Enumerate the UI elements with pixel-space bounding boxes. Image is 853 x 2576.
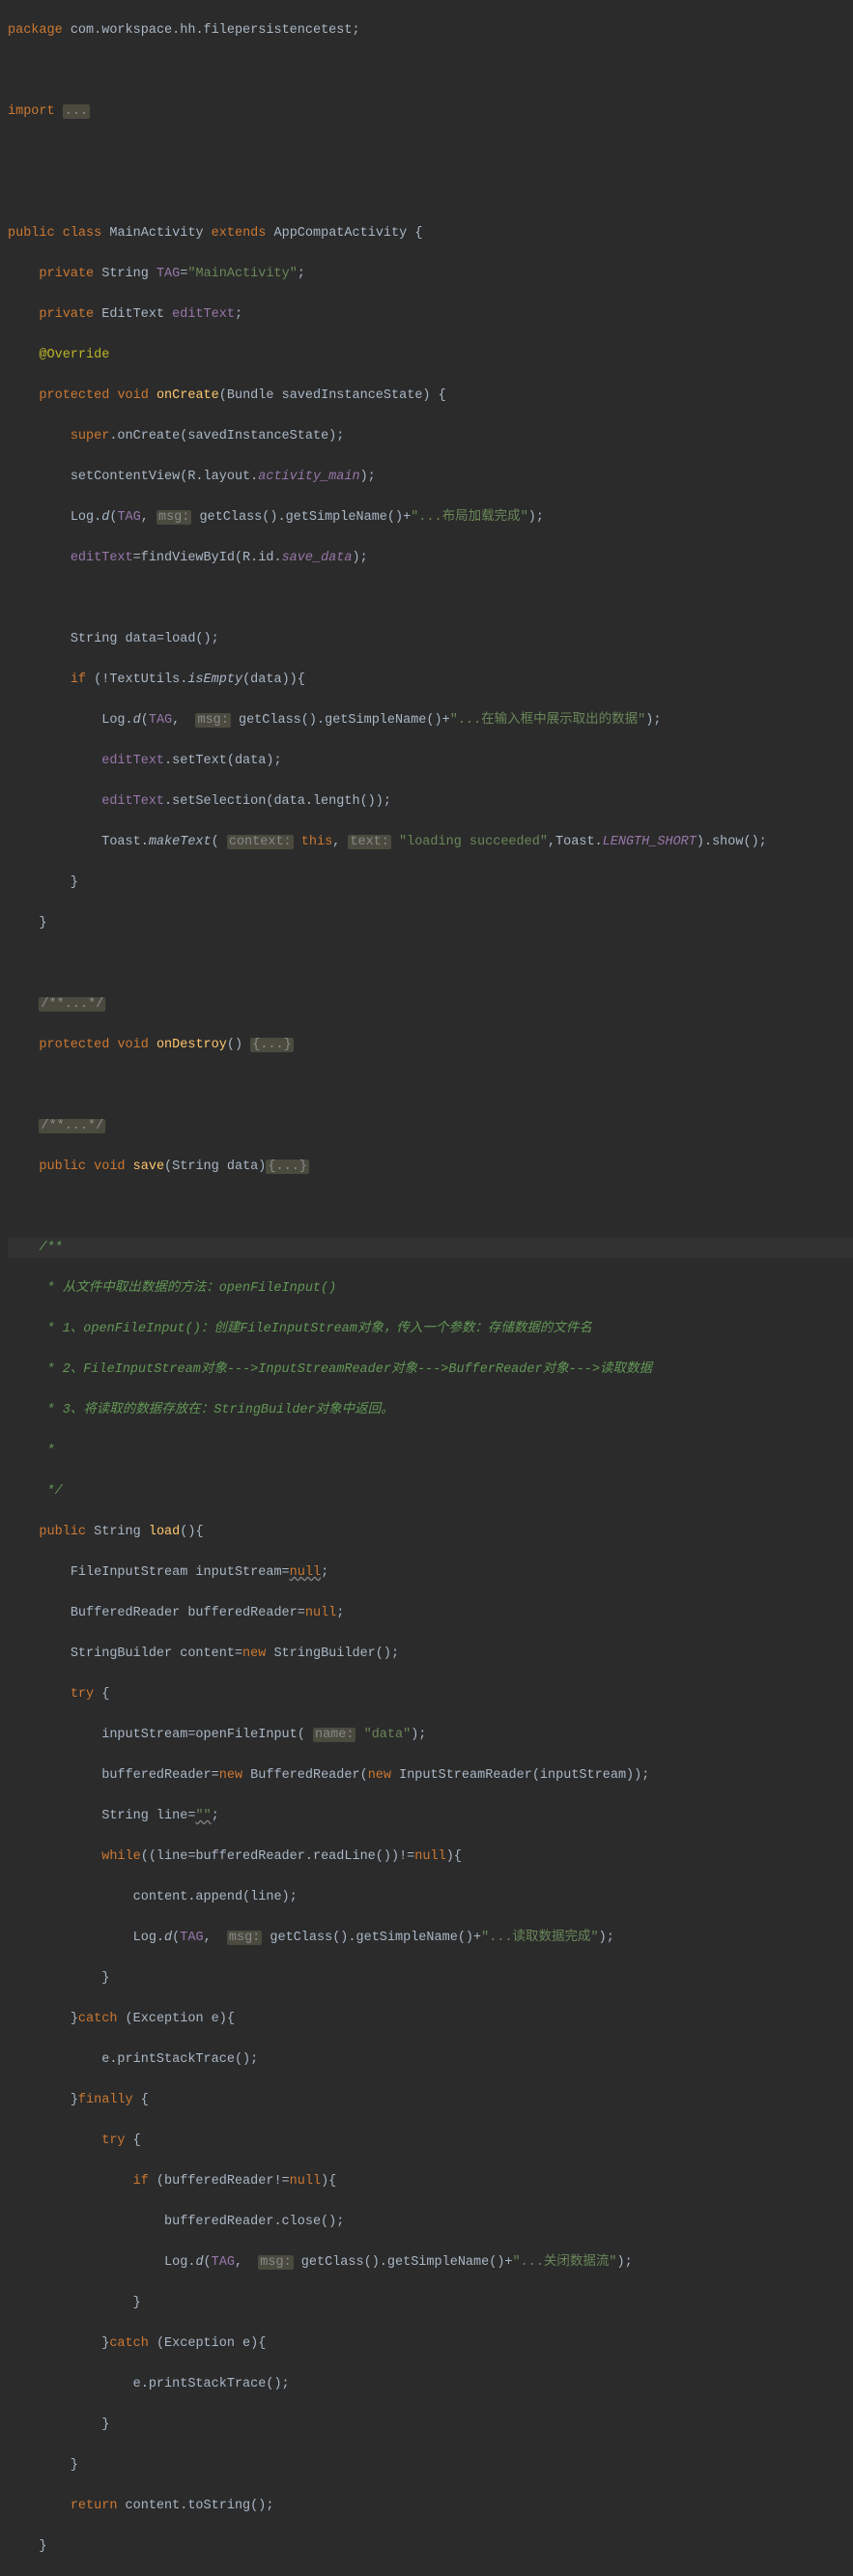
code-line: content.append(line); bbox=[8, 1887, 853, 1907]
code-line: private String TAG="MainActivity"; bbox=[8, 264, 853, 284]
fold-marker[interactable]: {...} bbox=[266, 1159, 309, 1174]
code-line: if (!TextUtils.isEmpty(data)){ bbox=[8, 670, 853, 690]
fold-marker[interactable]: ... bbox=[63, 104, 90, 119]
code-line: e.printStackTrace(); bbox=[8, 2374, 853, 2394]
code-line: private EditText editText; bbox=[8, 304, 853, 325]
code-line: } bbox=[8, 1968, 853, 1989]
code-line bbox=[8, 183, 853, 203]
code-line: BufferedReader bufferedReader=null; bbox=[8, 1603, 853, 1623]
code-line: e.printStackTrace(); bbox=[8, 2049, 853, 2070]
code-line: }catch (Exception e){ bbox=[8, 2009, 853, 2029]
param-hint: msg: bbox=[195, 713, 230, 728]
code-line: Log.d(TAG, msg: getClass().getSimpleName… bbox=[8, 710, 853, 730]
code-editor[interactable]: package com.workspace.hh.filepersistence… bbox=[0, 0, 853, 2576]
code-line: * bbox=[8, 1441, 853, 1461]
code-line bbox=[8, 954, 853, 974]
fold-marker[interactable]: /**...*/ bbox=[39, 1119, 105, 1133]
code-line: } bbox=[8, 2536, 853, 2557]
code-line bbox=[8, 1075, 853, 1096]
code-line: } bbox=[8, 2455, 853, 2476]
code-line: public class MainActivity extends AppCom… bbox=[8, 223, 853, 243]
code-line: /**...*/ bbox=[8, 994, 853, 1015]
code-line: protected void onDestroy() {...} bbox=[8, 1035, 853, 1055]
code-line: package com.workspace.hh.filepersistence… bbox=[8, 20, 853, 41]
param-hint: context: bbox=[227, 835, 294, 849]
code-line: */ bbox=[8, 1481, 853, 1502]
code-line: bufferedReader=new BufferedReader(new In… bbox=[8, 1765, 853, 1786]
code-line bbox=[8, 1197, 853, 1217]
code-line: } bbox=[8, 873, 853, 893]
code-line: @Override bbox=[8, 345, 853, 365]
code-line: * 3、将读取的数据存放在：StringBuilder对象中返回。 bbox=[8, 1400, 853, 1420]
code-line: protected void onCreate(Bundle savedInst… bbox=[8, 386, 853, 406]
code-line: if (bufferedReader!=null){ bbox=[8, 2171, 853, 2191]
code-line: } bbox=[8, 2415, 853, 2435]
code-line: public String load(){ bbox=[8, 1522, 853, 1542]
code-line: public void save(String data){...} bbox=[8, 1157, 853, 1177]
code-line: return content.toString(); bbox=[8, 2496, 853, 2516]
code-line: inputStream=openFileInput( name: "data")… bbox=[8, 1725, 853, 1745]
param-hint: msg: bbox=[156, 510, 191, 525]
code-line: editText=findViewById(R.id.save_data); bbox=[8, 548, 853, 568]
code-line: super.onCreate(savedInstanceState); bbox=[8, 426, 853, 446]
code-line bbox=[8, 588, 853, 609]
code-line: String data=load(); bbox=[8, 629, 853, 649]
code-line: Log.d(TAG, msg: getClass().getSimpleName… bbox=[8, 2252, 853, 2273]
code-line: } bbox=[8, 2293, 853, 2313]
param-hint: msg: bbox=[227, 1931, 262, 1945]
param-hint: msg: bbox=[258, 2255, 293, 2270]
code-line: while((line=bufferedReader.readLine())!=… bbox=[8, 1846, 853, 1867]
code-line: StringBuilder content=new StringBuilder(… bbox=[8, 1644, 853, 1664]
param-hint: name: bbox=[313, 1728, 356, 1742]
code-line: * 1、openFileInput()：创建FileInputStream对象，… bbox=[8, 1319, 853, 1339]
code-line bbox=[8, 142, 853, 162]
code-line: }catch (Exception e){ bbox=[8, 2333, 853, 2354]
code-line: import ... bbox=[8, 101, 853, 122]
code-line: editText.setText(data); bbox=[8, 751, 853, 771]
code-line: setContentView(R.layout.activity_main); bbox=[8, 467, 853, 487]
code-line: Toast.makeText( context: this, text: "lo… bbox=[8, 832, 853, 852]
code-line: String line=""; bbox=[8, 1806, 853, 1826]
code-line: Log.d(TAG, msg: getClass().getSimpleName… bbox=[8, 1928, 853, 1948]
code-line bbox=[8, 61, 853, 81]
code-line: /** bbox=[8, 1238, 853, 1258]
fold-marker[interactable]: {...} bbox=[250, 1038, 294, 1052]
code-line: * 2、FileInputStream对象--->InputStreamRead… bbox=[8, 1360, 853, 1380]
code-line: editText.setSelection(data.length()); bbox=[8, 791, 853, 812]
code-line: } bbox=[8, 913, 853, 933]
code-line: * 从文件中取出数据的方法：openFileInput() bbox=[8, 1278, 853, 1299]
code-line: bufferedReader.close(); bbox=[8, 2212, 853, 2232]
code-line: Log.d(TAG, msg: getClass().getSimpleName… bbox=[8, 507, 853, 528]
code-line: try { bbox=[8, 1684, 853, 1704]
code-line: try { bbox=[8, 2131, 853, 2151]
code-area[interactable]: package com.workspace.hh.filepersistence… bbox=[0, 0, 853, 2576]
fold-marker[interactable]: /**...*/ bbox=[39, 997, 105, 1012]
code-line: }finally { bbox=[8, 2090, 853, 2110]
code-line: /**...*/ bbox=[8, 1116, 853, 1136]
param-hint: text: bbox=[348, 835, 391, 849]
code-line: FileInputStream inputStream=null; bbox=[8, 1562, 853, 1583]
